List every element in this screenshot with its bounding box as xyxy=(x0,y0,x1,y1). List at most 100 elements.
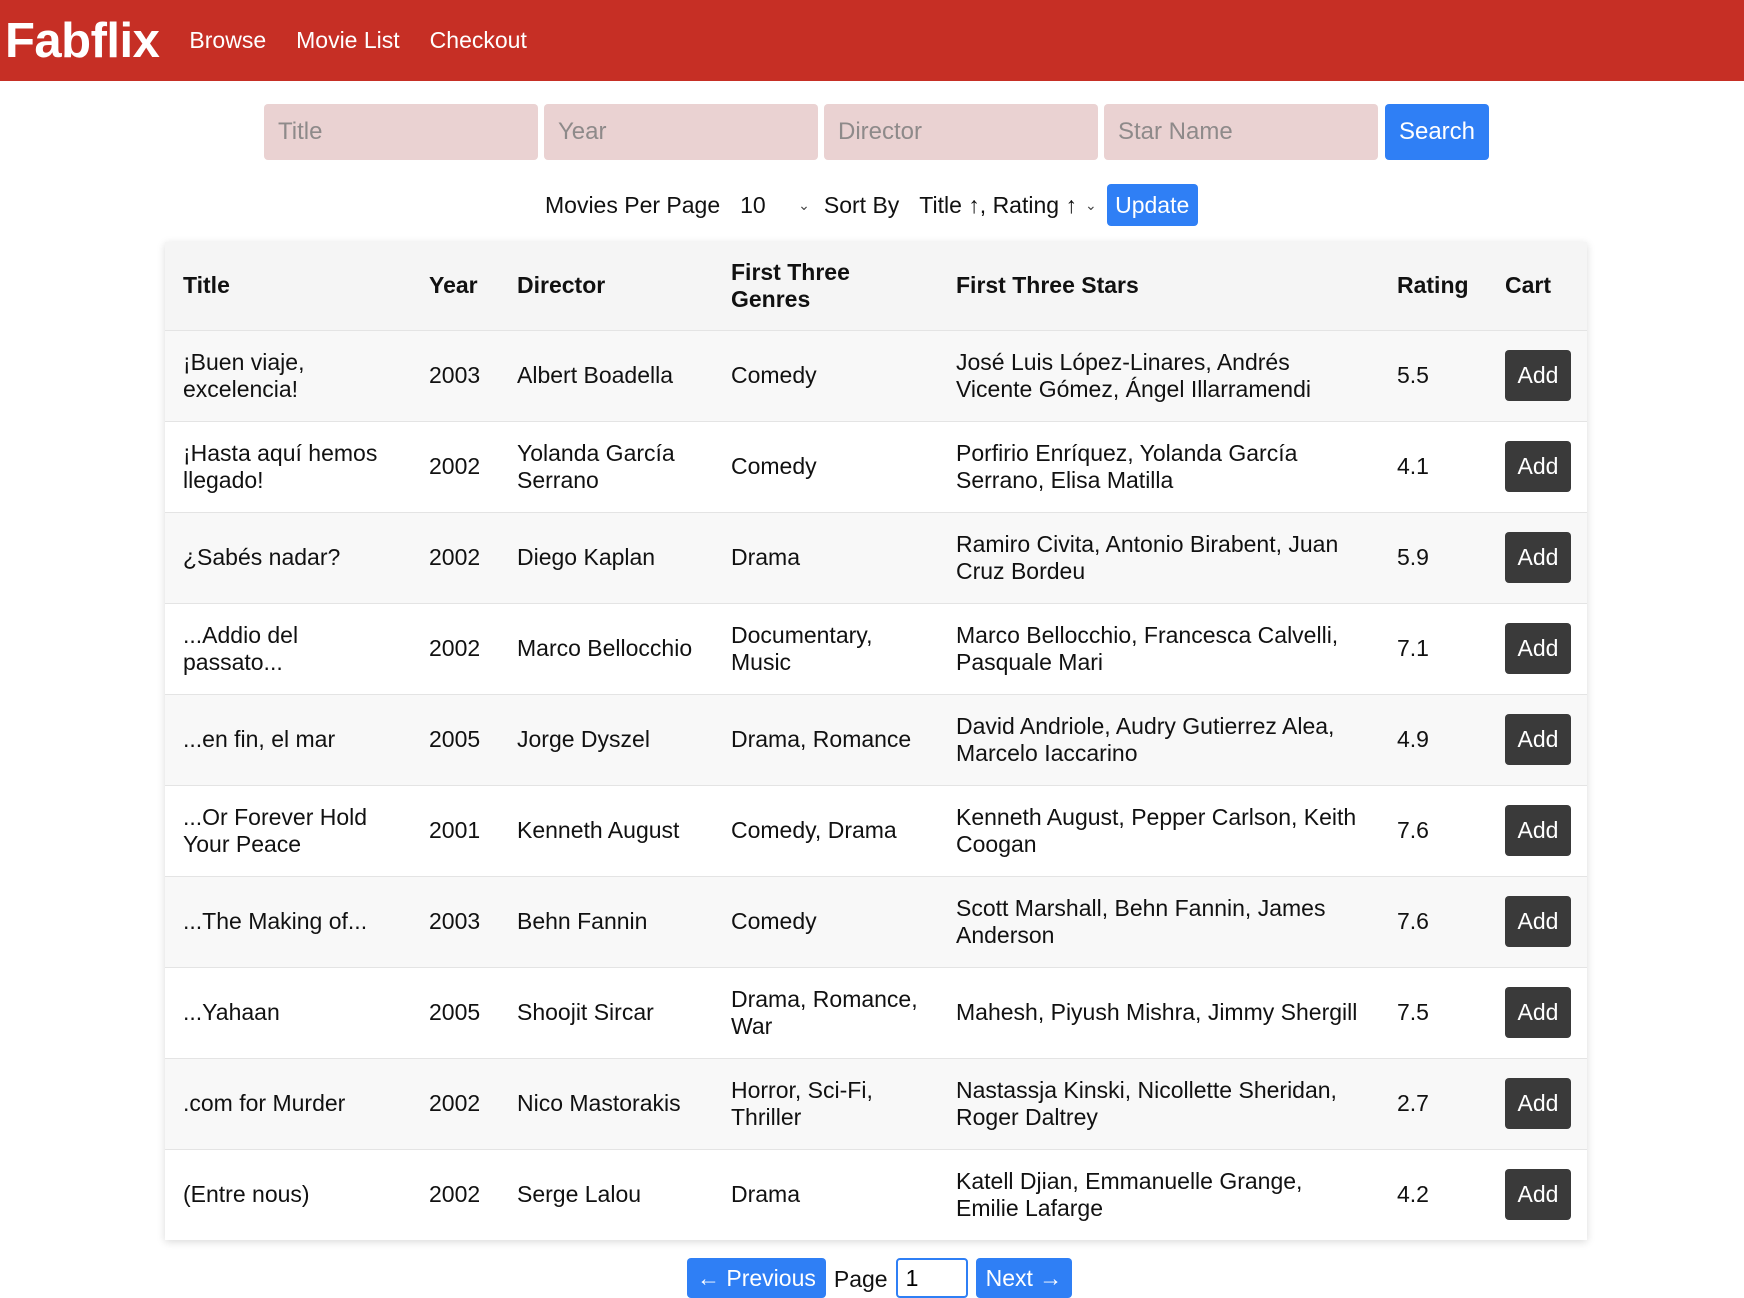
movie-stars[interactable]: Scott Marshall, Behn Fannin, James Ander… xyxy=(938,876,1379,967)
table-row: ...en fin, el mar 2005 Jorge Dyszel Dram… xyxy=(165,694,1587,785)
movie-title[interactable]: ...Or Forever Hold Your Peace xyxy=(165,785,411,876)
movie-director: Albert Boadella xyxy=(517,362,673,388)
movie-rating: 7.6 xyxy=(1397,908,1429,934)
movie-title[interactable]: ¡Buen viaje, excelencia! xyxy=(165,330,411,421)
per-page-label: Movies Per Page xyxy=(545,191,721,218)
add-to-cart-button[interactable]: Add xyxy=(1505,441,1571,492)
movie-genres[interactable]: Drama xyxy=(713,1149,938,1240)
movie-year: 2003 xyxy=(429,362,481,388)
star-name-search-input[interactable] xyxy=(1104,104,1378,160)
movie-title[interactable]: ...Addio del passato... xyxy=(165,603,411,694)
movie-stars[interactable]: José Luis López-Linares, Andrés Vicente … xyxy=(938,330,1379,421)
movie-genres[interactable]: Drama, Romance xyxy=(713,694,938,785)
movie-table: Title Year Director First Three Genres F… xyxy=(165,242,1587,1240)
movie-director: Serge Lalou xyxy=(517,1181,642,1208)
cart-cell: Add xyxy=(1487,512,1587,603)
movie-title[interactable]: .com for Murder xyxy=(165,1058,411,1149)
table-header-row: Title Year Director First Three Genres F… xyxy=(165,242,1587,330)
movie-year: 2002 xyxy=(429,544,481,570)
movie-year: 2005 xyxy=(429,999,481,1025)
movie-director: Kenneth August xyxy=(517,817,680,843)
movie-director: Nico Mastorakis xyxy=(517,1090,681,1116)
cart-cell: Add xyxy=(1487,421,1587,512)
add-to-cart-button[interactable]: Add xyxy=(1505,350,1571,401)
previous-page-button[interactable]: ← Previous xyxy=(687,1258,826,1298)
title-search-input[interactable] xyxy=(264,104,538,160)
movie-year: 2003 xyxy=(429,908,481,934)
movie-title[interactable]: ...Yahaan xyxy=(165,967,411,1058)
add-to-cart-button[interactable]: Add xyxy=(1505,532,1571,583)
add-to-cart-button[interactable]: Add xyxy=(1505,805,1571,856)
movie-year: 2002 xyxy=(429,1181,481,1208)
per-page-value: 10 xyxy=(740,191,766,218)
director-search-input[interactable] xyxy=(824,104,1098,160)
movie-stars[interactable]: Marco Bellocchio, Francesca Calvelli, Pa… xyxy=(938,603,1379,694)
movie-genres[interactable]: Comedy, Drama xyxy=(713,785,938,876)
movie-genres[interactable]: Drama, Romance, War xyxy=(713,967,938,1058)
movie-year: 2002 xyxy=(429,1090,481,1116)
column-header-cart: Cart xyxy=(1505,272,1552,299)
chevron-down-icon: ⌄ xyxy=(1084,196,1097,213)
cart-cell: Add xyxy=(1487,1149,1587,1240)
page-number-input[interactable] xyxy=(895,1258,968,1298)
movie-director: Behn Fannin xyxy=(517,908,648,934)
column-header-director: Director xyxy=(517,272,606,299)
table-row: ...Or Forever Hold Your Peace 2001 Kenne… xyxy=(165,785,1587,876)
movie-year: 2002 xyxy=(429,635,481,661)
add-to-cart-button[interactable]: Add xyxy=(1505,1078,1571,1129)
movie-title[interactable]: ...The Making of... xyxy=(165,876,411,967)
list-controls: Movies Per Page 10 ⌄ Sort By Title ↑, Ra… xyxy=(545,184,1198,226)
movie-genres[interactable]: Horror, Sci-Fi, Thriller xyxy=(713,1058,938,1149)
add-to-cart-button[interactable]: Add xyxy=(1505,987,1571,1038)
nav-link-movie-list[interactable]: Movie List xyxy=(296,27,400,54)
add-to-cart-button[interactable]: Add xyxy=(1505,714,1571,765)
cart-cell: Add xyxy=(1487,967,1587,1058)
movie-director: Marco Bellocchio xyxy=(517,635,693,661)
movie-genres[interactable]: Comedy xyxy=(713,876,938,967)
movie-stars[interactable]: Mahesh, Piyush Mishra, Jimmy Shergill xyxy=(938,967,1379,1058)
search-button[interactable]: Search xyxy=(1385,104,1489,160)
movie-director: Jorge Dyszel xyxy=(517,726,650,752)
nav-link-browse[interactable]: Browse xyxy=(189,27,266,54)
movie-stars[interactable]: Porfirio Enríquez, Yolanda García Serran… xyxy=(938,421,1379,512)
table-row: ...Addio del passato... 2002 Marco Bello… xyxy=(165,603,1587,694)
add-to-cart-button[interactable]: Add xyxy=(1505,623,1571,674)
column-header-rating: Rating xyxy=(1397,272,1469,299)
movie-genres[interactable]: Drama xyxy=(713,512,938,603)
add-to-cart-button[interactable]: Add xyxy=(1505,1169,1571,1221)
add-to-cart-button[interactable]: Add xyxy=(1505,896,1571,947)
page-label: Page xyxy=(833,1266,888,1292)
pagination: ← Previous Page Next → xyxy=(687,1258,1073,1298)
movie-title[interactable]: ¡Hasta aquí hemos llegado! xyxy=(165,421,411,512)
sort-by-value: Title ↑, Rating ↑ xyxy=(919,191,1077,218)
movie-stars[interactable]: Ramiro Civita, Antonio Birabent, Juan Cr… xyxy=(938,512,1379,603)
movie-stars[interactable]: Kenneth August, Pepper Carlson, Keith Co… xyxy=(938,785,1379,876)
movie-stars[interactable]: Katell Djian, Emmanuelle Grange, Emilie … xyxy=(938,1149,1379,1240)
brand-logo[interactable]: Fabflix xyxy=(5,13,160,69)
movie-title[interactable]: ¿Sabés nadar? xyxy=(165,512,411,603)
column-header-year: Year xyxy=(429,272,478,299)
chevron-down-icon: ⌄ xyxy=(798,196,810,213)
movie-stars[interactable]: Nastassja Kinski, Nicollette Sheridan, R… xyxy=(938,1058,1379,1149)
movie-rating: 5.5 xyxy=(1397,362,1429,388)
nav-link-checkout[interactable]: Checkout xyxy=(430,27,527,54)
per-page-select[interactable]: 10 ⌄ xyxy=(740,192,810,219)
movie-title[interactable]: (Entre nous) xyxy=(165,1149,411,1240)
cart-cell: Add xyxy=(1487,876,1587,967)
movie-genres[interactable]: Documentary, Music xyxy=(713,603,938,694)
movie-stars[interactable]: David Andriole, Audry Gutierrez Alea, Ma… xyxy=(938,694,1379,785)
sort-by-select[interactable]: Title ↑, Rating ↑ ⌄ xyxy=(919,192,1096,219)
movie-year: 2005 xyxy=(429,726,481,752)
movie-genres[interactable]: Comedy xyxy=(713,330,938,421)
sort-by-label: Sort By xyxy=(823,191,900,218)
movie-director: Diego Kaplan xyxy=(517,544,656,570)
movie-rating: 4.2 xyxy=(1397,1181,1429,1208)
movie-title[interactable]: ...en fin, el mar xyxy=(165,694,411,785)
update-button[interactable]: Update xyxy=(1106,184,1198,226)
table-row: ¡Hasta aquí hemos llegado! 2002 Yolanda … xyxy=(165,421,1587,512)
year-search-input[interactable] xyxy=(544,104,818,160)
next-page-button[interactable]: Next → xyxy=(975,1258,1073,1298)
movie-genres[interactable]: Comedy xyxy=(713,421,938,512)
movie-year: 2002 xyxy=(429,453,481,479)
cart-cell: Add xyxy=(1487,330,1587,421)
